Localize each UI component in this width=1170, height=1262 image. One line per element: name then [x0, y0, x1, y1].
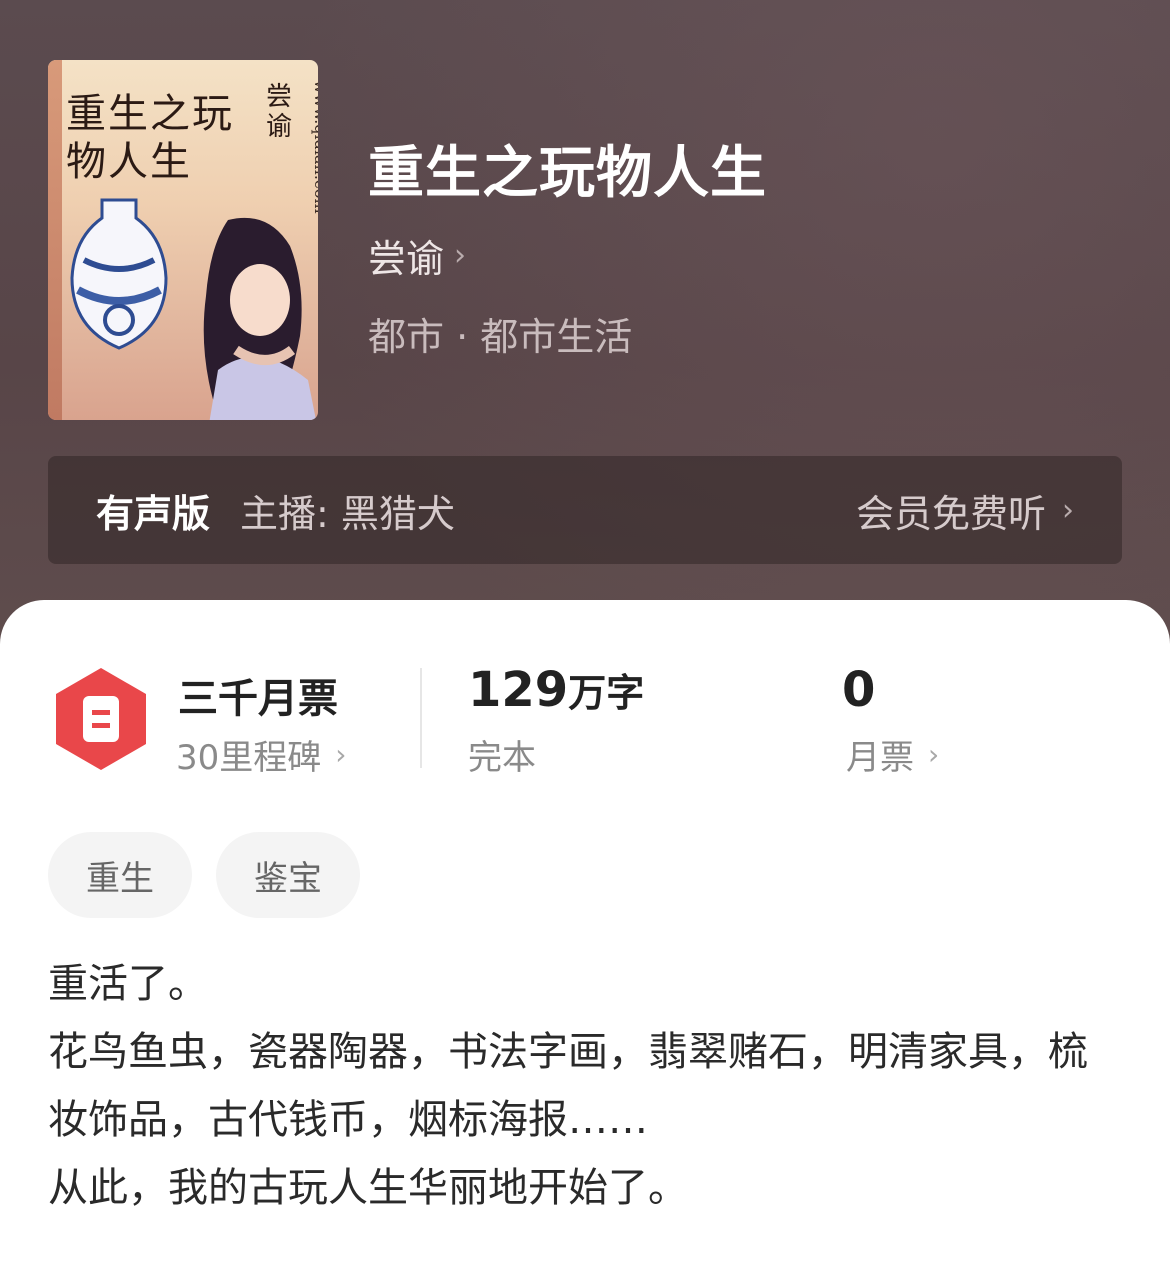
stats-row: 三千月票 30里程碑 › 129万字 完本 0 月票 ›: [0, 660, 1170, 780]
monthly-ticket-count: 0: [842, 662, 876, 718]
chevron-right-icon: ›: [454, 238, 467, 273]
book-status: 完本: [468, 738, 536, 778]
tag-chip[interactable]: 鉴宝: [216, 832, 360, 918]
milestone-link[interactable]: 30里程碑 ›: [176, 730, 346, 779]
word-count-number: 129: [468, 662, 569, 718]
synopsis-line: 从此，我的古玩人生华丽地开始了。: [48, 1165, 688, 1211]
book-title: 重生之玩物人生: [368, 141, 767, 206]
synopsis-line: 花鸟鱼虫，瓷器陶器，书法字画，翡翠赌石，明清家具，梳妆饰品，古代钱币，烟标海报……: [48, 1029, 1088, 1143]
member-free-listen-label: 会员免费听: [855, 491, 1046, 536]
stats-divider: [420, 668, 422, 768]
book-genre[interactable]: 都市 · 都市生活: [368, 306, 632, 361]
monthly-ticket-label: 月票: [846, 738, 914, 778]
milestone-sub: 30里程碑: [176, 738, 322, 778]
chevron-right-icon: ›: [928, 738, 940, 771]
audio-version-bar[interactable]: 有声版 主播: 黑猎犬 会员免费听 ›: [48, 456, 1122, 564]
tag-chip[interactable]: 重生: [48, 832, 192, 918]
synopsis-line: 重活了。: [48, 961, 208, 1007]
cover-title: 重生之玩物人生: [66, 91, 234, 185]
cover-vase-illustration: [70, 198, 168, 350]
milestone-title[interactable]: 三千月票: [178, 666, 338, 724]
monthly-ticket-link[interactable]: 月票 ›: [846, 730, 939, 779]
word-count-unit: 万字: [568, 671, 645, 715]
chevron-right-icon: ›: [1062, 492, 1074, 528]
book-synopsis[interactable]: 重活了。 花鸟鱼虫，瓷器陶器，书法字画，翡翠赌石，明清家具，梳妆饰品，古代钱币，…: [48, 950, 1122, 1222]
author-link[interactable]: 尝谕 ›: [368, 228, 466, 283]
tag-list: 重生 鉴宝: [48, 832, 360, 918]
word-count: 129万字: [468, 662, 644, 718]
member-free-listen-link[interactable]: 会员免费听 ›: [856, 483, 1074, 538]
audio-narrator: 主播: 黑猎犬: [240, 491, 455, 536]
book-cover[interactable]: 重生之玩物人生 尝谕 www.qidian.com: [48, 60, 318, 420]
cover-author: 尝谕: [266, 82, 293, 142]
ticket-icon[interactable]: [52, 666, 150, 772]
chevron-right-icon: ›: [335, 738, 347, 771]
cover-figure-illustration: [203, 217, 316, 420]
audio-version-label: 有声版: [96, 491, 211, 536]
cover-spine: [48, 60, 62, 420]
book-info-panel: 三千月票 30里程碑 › 129万字 完本 0 月票 › 重生 鉴宝 重活了。 …: [0, 600, 1170, 1262]
author-name: 尝谕: [368, 237, 445, 281]
